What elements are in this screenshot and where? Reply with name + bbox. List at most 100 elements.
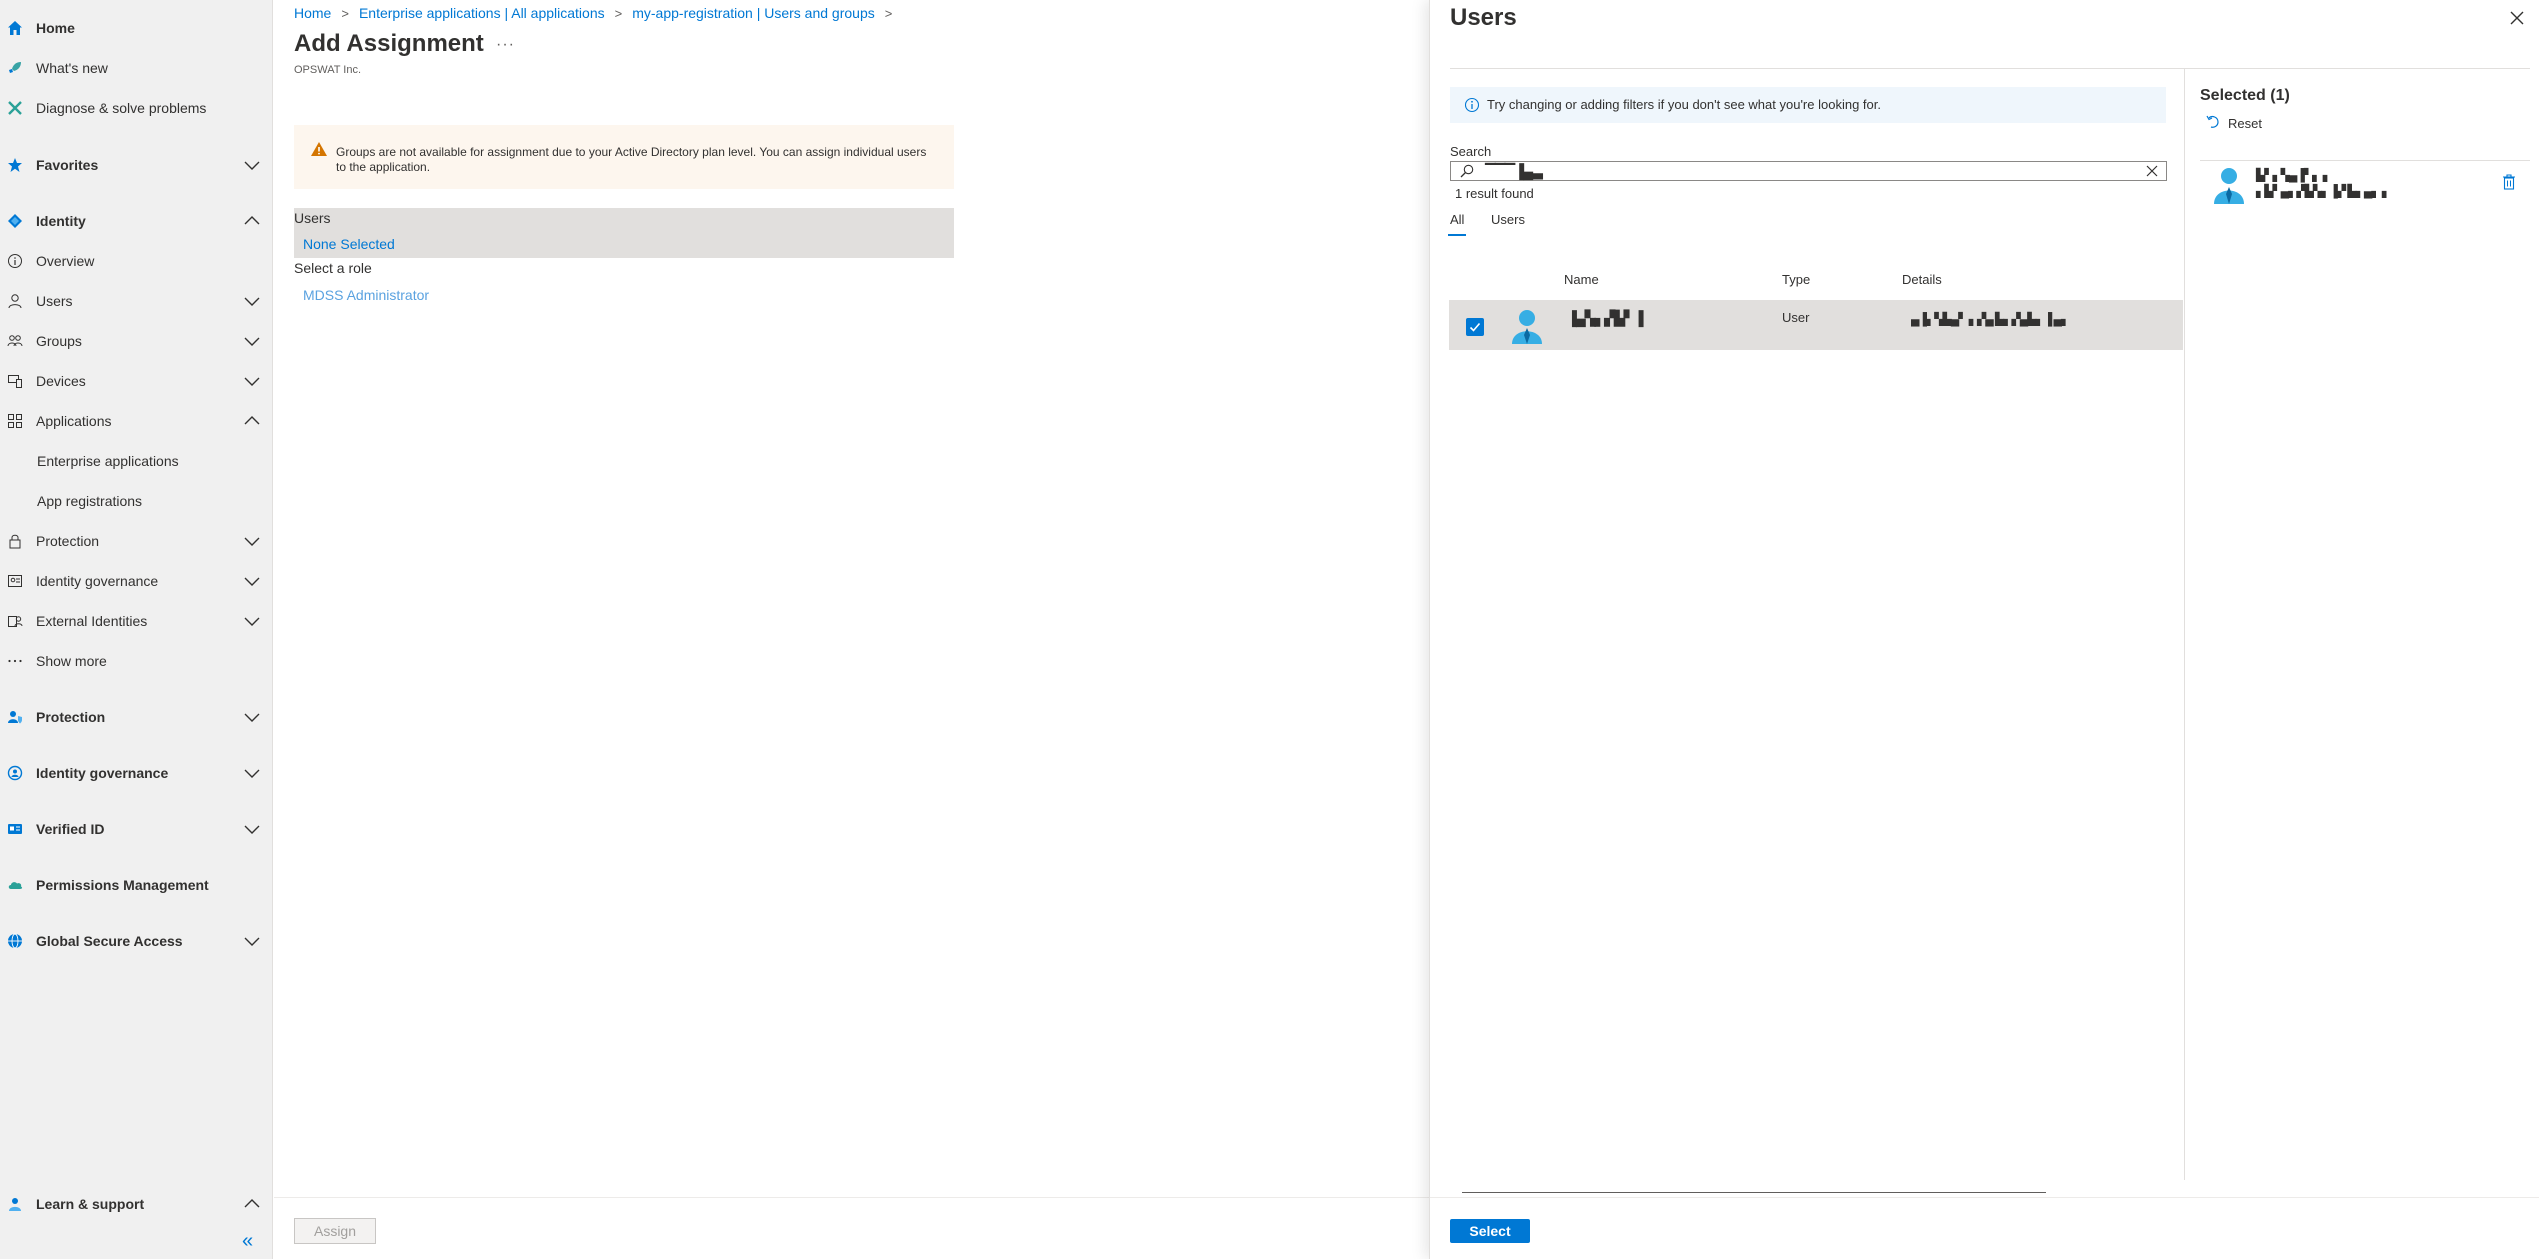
breadcrumb-app-users-groups[interactable]: my-app-registration | Users and groups <box>632 5 875 21</box>
info-icon <box>6 252 24 270</box>
chevron-down-icon <box>244 161 260 170</box>
left-navigation: Home What's new Diagnose & solve problem… <box>0 0 273 1259</box>
nav-identity-governance[interactable]: Identity governance <box>0 753 273 793</box>
clear-search-icon[interactable] <box>2144 163 2160 182</box>
select-button[interactable]: Select <box>1450 1219 1530 1243</box>
nav-global-secure-access[interactable]: Global Secure Access <box>0 921 273 961</box>
diamond-icon <box>6 212 24 230</box>
selected-column-divider <box>2184 68 2185 1180</box>
nav-identity[interactable]: Identity <box>0 201 273 241</box>
column-header-type[interactable]: Type <box>1782 272 1810 287</box>
nav-devices[interactable]: Devices <box>0 361 273 401</box>
users-selector[interactable]: Users None Selected <box>294 208 954 258</box>
tab-all[interactable]: All <box>1450 212 1464 227</box>
nav-protection-label: Protection <box>36 709 106 725</box>
nav-devices-label: Devices <box>36 373 86 389</box>
nav-enterprise-applications-label: Enterprise applications <box>37 453 179 469</box>
panel-footer: Select <box>1430 1197 2539 1259</box>
nav-home[interactable]: Home <box>0 8 273 48</box>
result-details: ▄▐▖▚▙▄▘ ▖▞▄ ▙▖▞▄▙▖▐ ▄▖ <box>1911 312 2070 326</box>
column-header-details[interactable]: Details <box>1902 272 1942 287</box>
nav-groups-label: Groups <box>36 333 82 349</box>
nav-home-label: Home <box>36 20 75 36</box>
user-avatar-icon <box>1510 308 1544 347</box>
external-icon <box>6 612 24 630</box>
search-label: Search <box>1450 144 1492 159</box>
nav-verified-id-label: Verified ID <box>36 821 105 837</box>
search-input[interactable]: ▔▔▔▐▄▃ <box>1450 161 2167 181</box>
nav-whats-new-label: What's new <box>36 60 108 76</box>
globe-icon <box>6 932 24 950</box>
ellipsis-icon <box>6 652 24 670</box>
users-none-selected-link[interactable]: None Selected <box>303 236 395 252</box>
nav-verified-id[interactable]: Verified ID <box>0 809 273 849</box>
nav-learn-support-label: Learn & support <box>36 1196 145 1212</box>
info-icon <box>1464 97 1480 116</box>
nav-protection-sub[interactable]: Protection <box>0 521 273 561</box>
nav-diagnose-label: Diagnose & solve problems <box>36 100 207 116</box>
nav-protection-sub-label: Protection <box>36 533 100 549</box>
users-label: Users <box>294 210 331 226</box>
trash-icon[interactable] <box>2502 174 2516 193</box>
nav-learn-support[interactable]: Learn & support <box>0 1184 273 1224</box>
person-support-icon <box>6 1195 24 1213</box>
result-count: 1 result found <box>1455 186 1534 201</box>
nav-users[interactable]: Users <box>0 281 273 321</box>
nav-show-more[interactable]: Show more <box>0 641 273 681</box>
nav-applications-label: Applications <box>36 413 112 429</box>
chevron-up-icon <box>244 1199 260 1208</box>
assign-button[interactable]: Assign <box>294 1218 376 1244</box>
chevron-up-icon <box>244 216 260 225</box>
horizontal-scrollbar[interactable] <box>1462 1192 2046 1193</box>
reset-button[interactable]: Reset <box>2206 115 2262 132</box>
nav-external-identities[interactable]: External Identities <box>0 601 273 641</box>
nav-overview[interactable]: Overview <box>0 241 273 281</box>
nav-app-registrations[interactable]: App registrations <box>0 481 273 521</box>
group-icon <box>6 332 24 350</box>
chevron-down-icon <box>244 297 260 306</box>
nav-protection[interactable]: Protection <box>0 697 273 737</box>
chevron-down-icon <box>244 937 260 946</box>
tab-users[interactable]: Users <box>1491 212 1525 227</box>
nav-identity-governance-sub[interactable]: Identity governance <box>0 561 273 601</box>
devices-icon <box>6 372 24 390</box>
main-footer: Assign <box>274 1197 1429 1259</box>
nav-permissions-management-label: Permissions Management <box>36 877 209 893</box>
panel-title: Users <box>1450 4 1517 31</box>
nav-permissions-management[interactable]: Permissions Management <box>0 865 273 905</box>
nav-identity-governance-sub-label: Identity governance <box>36 573 159 589</box>
nav-groups[interactable]: Groups <box>0 321 273 361</box>
table-row[interactable]: ▐▄▚▖▞▙▘▐ User ▄▐▖▚▙▄▘ ▖▞▄ ▙▖▞▄▙▖▐ ▄▖ <box>1449 300 2183 350</box>
selected-title: Selected (1) <box>2200 87 2290 104</box>
more-options-button[interactable]: ··· <box>496 36 515 54</box>
nav-whats-new[interactable]: What's new <box>0 48 273 88</box>
close-icon[interactable] <box>2507 8 2527 28</box>
nav-identity-governance-label: Identity governance <box>36 765 169 781</box>
nav-favorites-label: Favorites <box>36 157 99 173</box>
search-value: ▔▔▔▐▄▃ <box>1485 163 1543 179</box>
nav-favorites[interactable]: Favorites <box>0 145 273 185</box>
collapse-sidebar-button[interactable]: « <box>242 1230 253 1253</box>
breadcrumb-separator: > <box>614 5 623 21</box>
column-header-name[interactable]: Name <box>1564 272 1599 287</box>
nav-enterprise-applications[interactable]: Enterprise applications <box>0 441 273 481</box>
id-card-icon <box>6 820 24 838</box>
apps-icon <box>6 412 24 430</box>
nav-applications[interactable]: Applications <box>0 401 273 441</box>
warning-text: Groups are not available for assignment … <box>336 145 927 174</box>
reset-label: Reset <box>2228 116 2262 131</box>
nav-diagnose[interactable]: Diagnose & solve problems <box>0 88 273 128</box>
breadcrumb-enterprise-applications[interactable]: Enterprise applications | All applicatio… <box>359 5 605 21</box>
rocket-icon <box>6 59 24 77</box>
chevron-up-icon <box>244 416 260 425</box>
role-link[interactable]: MDSS Administrator <box>303 287 429 303</box>
selected-item-name: ▙▘▖▚▄▐▘▖ ▖ <box>2256 168 2332 182</box>
person-icon <box>6 292 24 310</box>
warning-banner: Groups are not available for assignment … <box>294 125 954 189</box>
nav-global-secure-access-label: Global Secure Access <box>36 933 183 949</box>
user-avatar-icon <box>2212 166 2246 207</box>
row-checkbox[interactable] <box>1466 318 1484 336</box>
select-role-label: Select a role <box>294 260 372 276</box>
chevron-down-icon <box>244 769 260 778</box>
breadcrumb-home[interactable]: Home <box>294 5 331 21</box>
